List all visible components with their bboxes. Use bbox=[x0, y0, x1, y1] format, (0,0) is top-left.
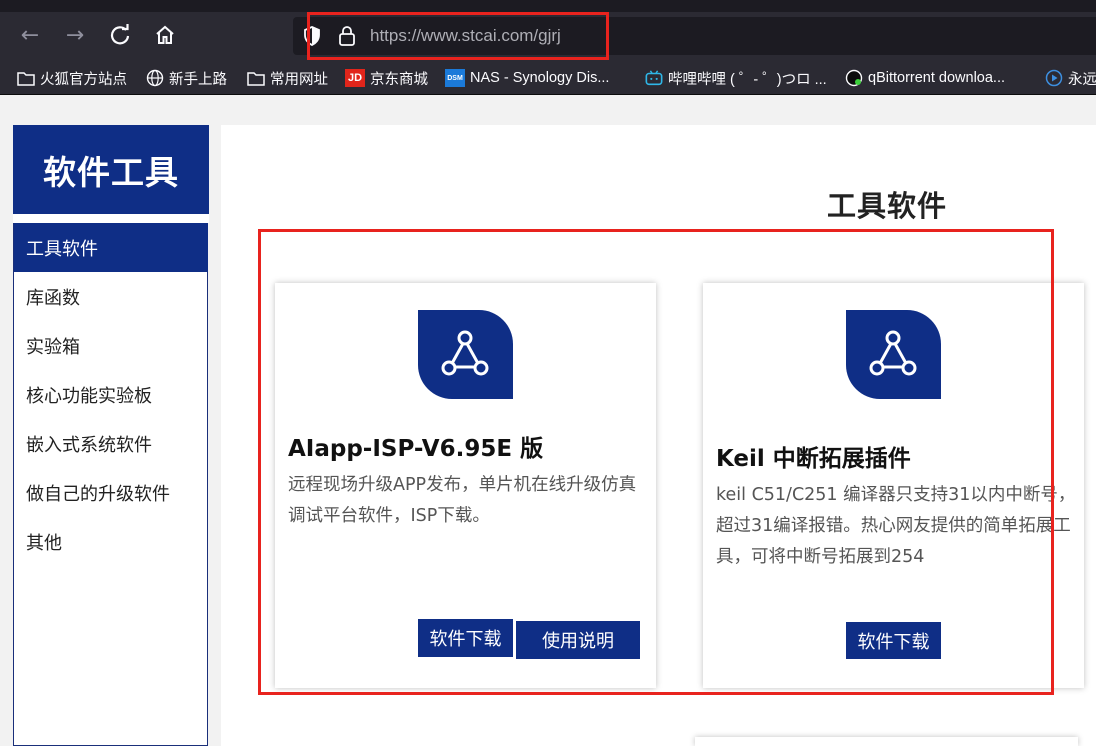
sidebar-item-other[interactable]: 其他 bbox=[14, 517, 208, 566]
globe-icon bbox=[146, 69, 164, 87]
bookmark-label: 新手上路 bbox=[169, 71, 227, 88]
sidebar-title: 软件工具 bbox=[13, 125, 209, 214]
card-title: AIapp-ISP-V6.95E 版 bbox=[288, 436, 544, 462]
bookmark-qbittorrent[interactable]: qBittorrent downloa... bbox=[845, 67, 1005, 89]
share-network-icon bbox=[418, 310, 513, 399]
bookmark-getting-started[interactable]: 新手上路 bbox=[146, 67, 227, 89]
bookmark-label: 京东商城 bbox=[370, 71, 428, 88]
sidebar-item-embedded-software[interactable]: 嵌入式系统软件 bbox=[14, 419, 208, 468]
sidebar-item-core-board[interactable]: 核心功能实验板 bbox=[14, 370, 208, 419]
bookmark-bilibili[interactable]: 哔哩哔哩 ( ゜- ゜)つロ ... bbox=[645, 67, 827, 89]
download-button[interactable]: 软件下载 bbox=[418, 619, 513, 657]
sidebar-item-libraries[interactable]: 库函数 bbox=[14, 272, 208, 321]
bookmark-label: NAS - Synology Dis... bbox=[470, 70, 610, 86]
sidebar-item-tool-software[interactable]: 工具软件 bbox=[14, 223, 208, 272]
page-title: 工具软件 bbox=[827, 189, 948, 223]
sidebar-divider bbox=[13, 214, 209, 223]
card-description: keil C51/C251 编译器只支持31以内中断号，超过31编译报错。热心网… bbox=[716, 485, 1076, 567]
folder-icon bbox=[17, 70, 35, 86]
bookmark-label: qBittorrent downloa... bbox=[868, 70, 1006, 86]
reload-icon[interactable] bbox=[106, 24, 134, 51]
card-title: Keil 中断拓展插件 bbox=[716, 446, 911, 472]
manual-button[interactable]: 使用说明 bbox=[516, 621, 640, 659]
bookmark-nas[interactable]: DSM NAS - Synology Dis... bbox=[445, 67, 609, 89]
dsm-icon: DSM bbox=[445, 69, 465, 87]
sidebar-item-lab-box[interactable]: 实验箱 bbox=[14, 321, 208, 370]
bookmark-label: 永远 bbox=[1068, 71, 1096, 88]
download-button[interactable]: 软件下载 bbox=[846, 622, 941, 659]
bookmark-jd[interactable]: JD 京东商城 bbox=[345, 67, 428, 89]
home-icon[interactable] bbox=[151, 24, 179, 51]
back-icon[interactable]: ← bbox=[16, 25, 44, 47]
bookmark-common-sites[interactable]: 常用网址 bbox=[247, 67, 328, 89]
sidebar-item-upgrade-software[interactable]: 做自己的升级软件 bbox=[14, 468, 208, 517]
software-card bbox=[695, 737, 1078, 746]
bookmark-label: 火狐官方站点 bbox=[40, 71, 127, 88]
play-icon bbox=[1045, 69, 1063, 87]
folder-icon bbox=[247, 70, 265, 86]
bookmark-label: 常用网址 bbox=[270, 71, 328, 88]
lock-icon[interactable] bbox=[337, 24, 357, 52]
jd-icon: JD bbox=[345, 69, 365, 87]
card-description: 远程现场升级APP发布，单片机在线升级仿真调试平台软件，ISP下载。 bbox=[288, 475, 637, 526]
forward-icon[interactable]: → bbox=[61, 25, 89, 47]
window-top-strip bbox=[0, 0, 1096, 12]
bookmark-label: 哔哩哔哩 ( ゜- ゜)つロ ... bbox=[668, 71, 827, 88]
qbittorrent-icon bbox=[845, 69, 863, 87]
url-text[interactable]: https://www.stcai.com/gjrj bbox=[370, 25, 561, 47]
bilibili-icon bbox=[645, 70, 663, 86]
tracking-shield-icon[interactable] bbox=[302, 25, 322, 51]
software-card: Keil 中断拓展插件 keil C51/C251 编译器只支持31以内中断号，… bbox=[703, 283, 1084, 688]
bookmark-yongyuan[interactable]: 永远 bbox=[1045, 67, 1096, 89]
software-card: AIapp-ISP-V6.95E 版 远程现场升级APP发布，单片机在线升级仿真… bbox=[275, 283, 656, 688]
share-network-icon bbox=[846, 310, 941, 399]
bookmark-firefox-official[interactable]: 火狐官方站点 bbox=[17, 67, 127, 89]
